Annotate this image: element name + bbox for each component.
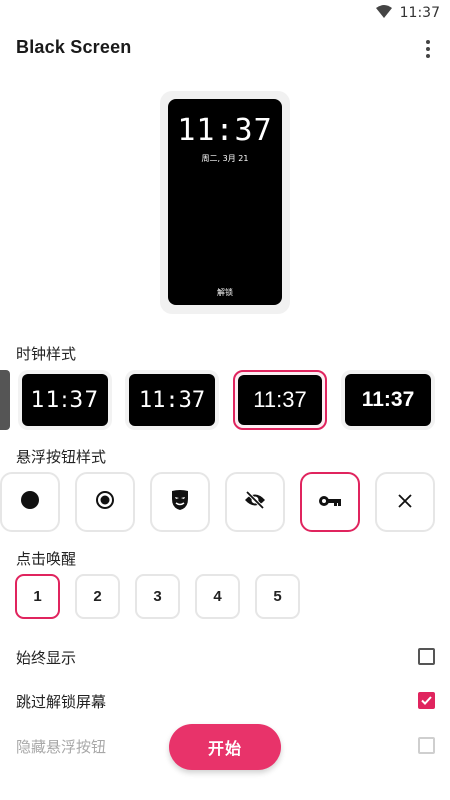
preview-screen: 11:37 周二, 3月 21 解锁 [168,99,282,305]
wake-label: 点击唤醒 [16,550,77,568]
clock-option-text: 11:37 [129,374,215,426]
fab-option-circle[interactable] [0,472,60,532]
clock-option-3[interactable]: 11:37 [233,370,327,430]
fab-style-label: 悬浮按钮样式 [16,448,107,466]
clock-style-row: 11:37 11:37 11:37 11:37 [0,370,450,432]
fab-style-row [0,472,450,532]
start-button[interactable]: 开始 [169,724,281,770]
clock-option-text: 11:37 [238,375,322,425]
preview-unlock-label: 解锁 [217,288,233,297]
wake-option-3[interactable]: 3 [135,574,180,619]
clock-option-1[interactable]: 11:37 [18,370,112,430]
skip-lock-checkbox[interactable] [418,692,435,709]
eye-off-icon [244,490,266,514]
mask-icon [170,489,190,515]
wake-option-4[interactable]: 4 [195,574,240,619]
app-title: Black Screen [16,37,132,57]
hide-fab-label: 隐藏悬浮按钮 [16,738,107,756]
radio-target-icon [95,490,115,514]
app-bar: Black Screen [0,30,450,70]
wake-option-2[interactable]: 2 [75,574,120,619]
fab-option-close[interactable] [375,472,435,532]
clock-option-text: 11:37 [345,374,431,426]
preview-phone: 11:37 周二, 3月 21 解锁 [160,91,290,314]
fab-option-radio[interactable] [75,472,135,532]
status-right: 11:37 [375,3,440,22]
checkmark-icon [421,696,432,705]
wake-row: 1 2 3 4 5 [0,574,450,620]
clock-style-label: 时钟样式 [16,345,77,363]
clock-option-2[interactable]: 11:37 [125,370,219,430]
preview-date: 周二, 3月 21 [201,154,249,163]
wake-option-1[interactable]: 1 [15,574,60,619]
status-time: 11:37 [399,4,440,21]
setting-skip-lock[interactable]: 跳过解锁屏幕 [0,681,450,721]
fab-option-eye-off[interactable] [225,472,285,532]
wake-option-5[interactable]: 5 [255,574,300,619]
preview-time: 11:37 [177,113,273,148]
status-bar: 11:37 [0,0,450,24]
skip-lock-label: 跳过解锁屏幕 [16,693,107,711]
fab-option-key[interactable] [300,472,360,532]
filled-circle-icon [20,490,40,514]
wifi-icon [375,3,392,22]
clock-option-4[interactable]: 11:37 [341,370,435,430]
hide-fab-checkbox[interactable] [418,737,435,754]
close-icon [398,493,412,512]
always-show-checkbox[interactable] [418,648,435,665]
fab-option-mask[interactable] [150,472,210,532]
clock-option-text: 11:37 [22,374,108,426]
clock-option-partial[interactable] [0,370,10,430]
key-icon [318,493,342,512]
more-vert-icon[interactable] [414,34,442,64]
setting-always-show[interactable]: 始终显示 [0,637,450,677]
always-show-label: 始终显示 [16,649,77,667]
